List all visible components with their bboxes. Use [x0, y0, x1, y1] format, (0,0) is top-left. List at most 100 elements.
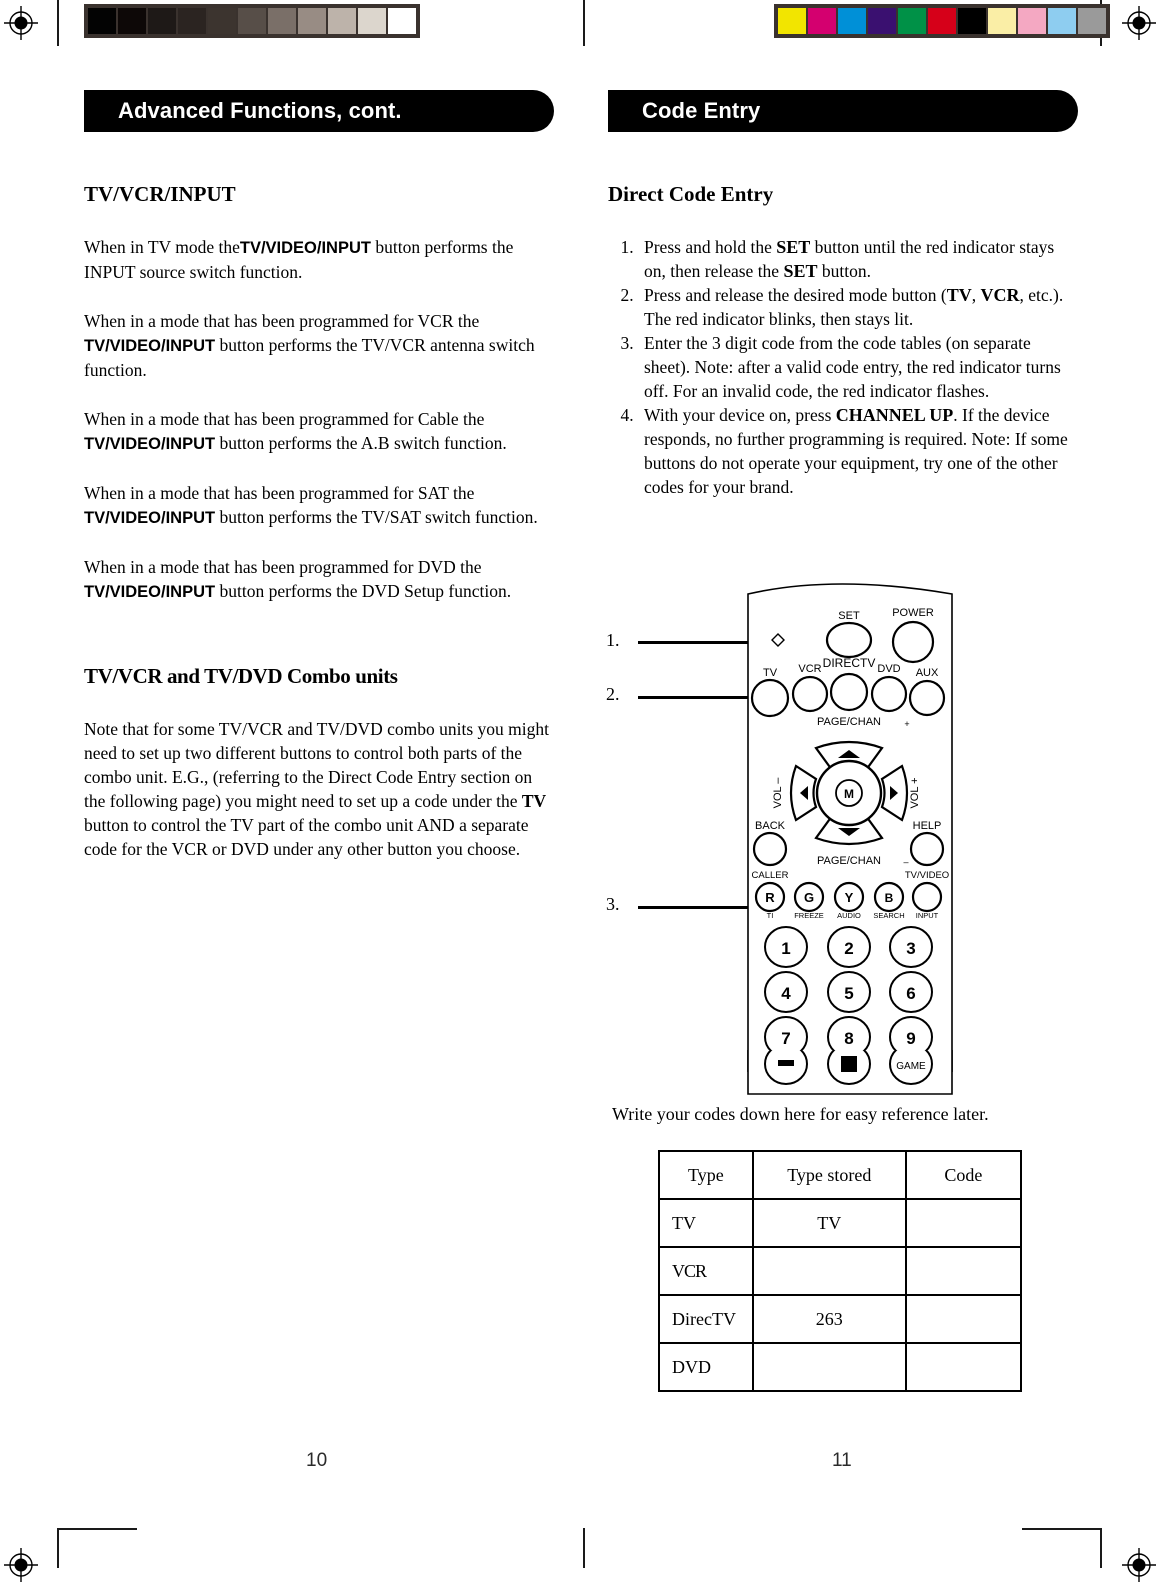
tv-button-reference: TV	[946, 285, 972, 305]
color-patch-1	[808, 8, 836, 34]
tv-video-label: TV/VIDEO	[905, 870, 949, 881]
vcr-button-reference: VCR	[980, 285, 1020, 305]
help-button[interactable]	[909, 831, 945, 867]
keypad-four-label: 4	[781, 984, 791, 1003]
section-banner-advanced-functions: Advanced Functions, cont.	[84, 90, 554, 132]
directv-mode-button[interactable]	[829, 672, 869, 712]
channel-up-button-reference: CHANNEL UP	[835, 405, 954, 425]
right-page-column: Code Entry Direct Code Entry Press and h…	[608, 90, 1078, 499]
step-text: With your device on, press	[644, 405, 836, 425]
color-patch-8	[1018, 8, 1046, 34]
gray-patch-7	[298, 8, 326, 34]
tv-mode-button[interactable]	[750, 678, 790, 718]
step-text: Enter the 3 digit code from the code tab…	[644, 333, 1061, 401]
directv-mode-label: DIRECTV	[823, 656, 876, 670]
left-page-column: Advanced Functions, cont. TV/VCR/INPUT W…	[84, 90, 554, 861]
keypad-eight-label: 8	[844, 1029, 853, 1048]
paragraph-tv-mode: When in TV mode theTV/VIDEO/INPUT button…	[84, 235, 554, 284]
keypad-one-label: 1	[781, 939, 790, 958]
aux-mode-label: AUX	[916, 667, 939, 679]
function-sublabel-search: SEARCH	[873, 911, 904, 920]
crop-line-bottom-left	[57, 1528, 59, 1568]
function-sublabel-ti: TI	[767, 911, 774, 920]
gray-patch-10	[388, 8, 416, 34]
color-patch-6	[958, 8, 986, 34]
back-button[interactable]	[752, 831, 788, 867]
table-row: TV TV	[658, 1198, 1023, 1248]
paragraph-text-pre: When in TV mode the	[84, 237, 240, 257]
cell-type: DirecTV	[658, 1294, 754, 1344]
color-patch-2	[838, 8, 866, 34]
volume-up-label: VOL +	[909, 777, 921, 808]
paragraph-vcr-mode: When in a mode that has been programmed …	[84, 309, 554, 382]
section-banner-code-entry: Code Entry	[608, 90, 1078, 132]
cell-type: DVD	[658, 1342, 754, 1392]
table-row: DirecTV 263	[658, 1294, 1023, 1344]
green-function-button-label: G	[804, 890, 814, 905]
page-chan-up-plus-sign: +	[904, 719, 909, 729]
paragraph-text-post: button performs the TV/SAT switch functi…	[219, 507, 538, 527]
back-button-label: BACK	[755, 820, 786, 832]
table-row: DVD	[658, 1342, 1023, 1392]
code-table-caption: Write your codes down here for easy refe…	[612, 1104, 989, 1124]
button-name-emphasis: TV/VIDEO/INPUT	[84, 583, 216, 601]
aux-mode-button[interactable]	[908, 679, 946, 717]
gray-patch-2	[148, 8, 176, 34]
step-item: Enter the 3 digit code from the code tab…	[638, 331, 1078, 403]
cell-code[interactable]	[904, 1342, 1023, 1392]
square-icon	[841, 1056, 857, 1072]
dvd-mode-button[interactable]	[870, 675, 908, 713]
table-row: VCR	[658, 1246, 1023, 1296]
gray-patch-6	[268, 8, 296, 34]
cell-type-stored[interactable]	[751, 1246, 907, 1296]
paragraph-cable-mode: When in a mode that has been programmed …	[84, 407, 554, 456]
crop-line-top-center	[583, 0, 585, 46]
set-button-reference: SET	[783, 261, 818, 281]
vcr-mode-button[interactable]	[791, 675, 829, 713]
cell-type-stored: TV	[751, 1198, 907, 1248]
gray-patch-8	[328, 8, 356, 34]
crop-line-bottom-center	[583, 1528, 585, 1568]
power-button[interactable]	[891, 620, 935, 664]
table-header-row: Type Type stored Code	[658, 1150, 1023, 1200]
cell-type-stored: 263	[751, 1294, 907, 1344]
gray-patch-5	[238, 8, 266, 34]
header-type: Type	[658, 1150, 754, 1200]
keypad-three-label: 3	[906, 939, 915, 958]
cell-type-stored[interactable]	[751, 1342, 907, 1392]
cell-code[interactable]	[904, 1246, 1023, 1296]
button-name-emphasis: TV/VIDEO/INPUT	[84, 337, 216, 355]
paragraph-text-pre: When in a mode that has been programmed …	[84, 311, 480, 331]
page-number-left: 10	[306, 1450, 328, 1471]
paragraph-dvd-mode: When in a mode that has been programmed …	[84, 555, 554, 604]
input-function-button[interactable]	[911, 881, 943, 913]
keypad-nine-label: 9	[906, 1029, 915, 1048]
color-patch-0	[778, 8, 806, 34]
remote-control-diagram: 1. 2. 3. SET POWER TV VCR DIRECTV DVD AU…	[600, 572, 1070, 1095]
registration-mark-bottom-right	[1122, 1548, 1156, 1582]
tv-mode-label: TV	[763, 667, 778, 679]
tv-button-emphasis: TV	[521, 791, 547, 811]
gray-patch-4	[208, 8, 236, 34]
button-name-emphasis: TV/VIDEO/INPUT	[84, 509, 216, 527]
red-function-button-label: R	[765, 890, 775, 905]
page-number-right: 11	[832, 1450, 852, 1471]
set-button[interactable]	[825, 621, 873, 659]
step-text: Press and hold the	[644, 237, 777, 257]
cell-code[interactable]	[904, 1294, 1023, 1344]
step-item: Press and hold the SET button until the …	[638, 235, 1078, 283]
keypad-dash-button[interactable]	[764, 1050, 808, 1085]
numeric-keypad: 1 2 3 4 5 6 7 8 9	[764, 926, 933, 1058]
function-sublabel-freeze: FREEZE	[794, 911, 824, 920]
code-record-table: Type Type stored Code TV TV VCR DirecTV …	[658, 1150, 1023, 1392]
step-text: ,	[971, 285, 981, 305]
cell-code[interactable]	[904, 1198, 1023, 1248]
grayscale-calibration-strip	[84, 4, 420, 38]
keypad-two-label: 2	[844, 939, 853, 958]
caller-label: CALLER	[752, 870, 789, 881]
crop-line-bottom-right	[1100, 1528, 1102, 1568]
color-patch-9	[1048, 8, 1076, 34]
keypad-six-label: 6	[906, 984, 915, 1003]
crop-line-top-left	[57, 0, 59, 46]
paragraph-text-pre: When in a mode that has been programmed …	[84, 483, 475, 503]
